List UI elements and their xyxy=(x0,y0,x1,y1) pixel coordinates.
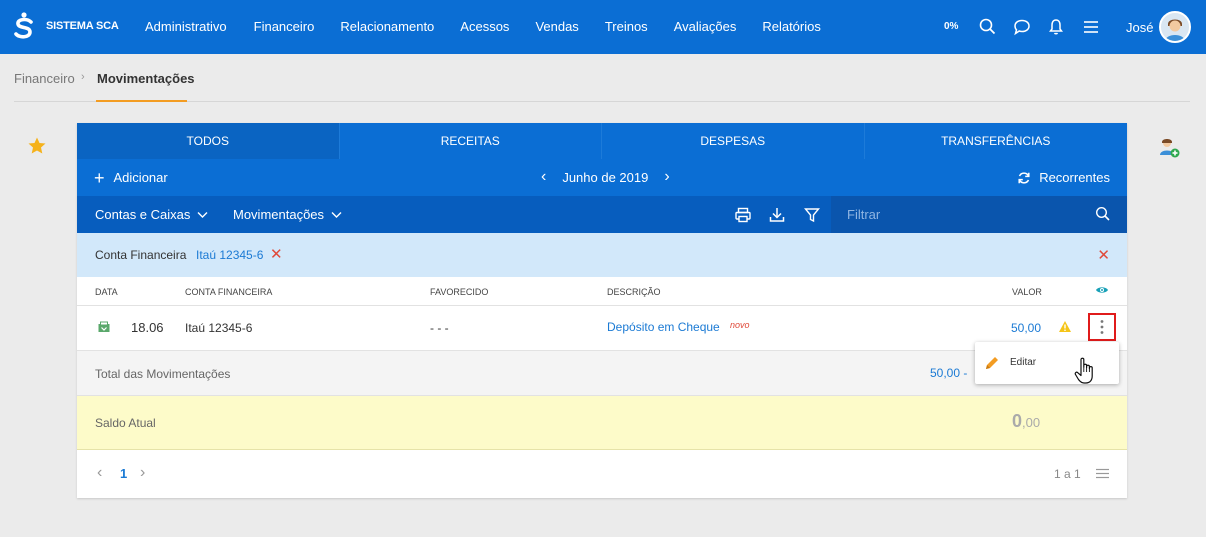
search-icon[interactable] xyxy=(978,17,998,37)
logo-icon[interactable] xyxy=(13,12,35,44)
row-actions-button[interactable] xyxy=(1088,313,1116,341)
action-bar: + Adicionar ‹ Junho de 2019 › Recorrente… xyxy=(77,159,1127,196)
progress-indicator[interactable]: 0% xyxy=(944,21,958,32)
plus-icon: + xyxy=(94,167,105,188)
list-menu-icon[interactable] xyxy=(1096,468,1109,479)
nav-item-financeiro[interactable]: Financeiro xyxy=(254,19,315,34)
total-label: Total das Movimentações xyxy=(95,367,231,381)
current-page[interactable]: 1 xyxy=(120,466,127,481)
main-nav: Administrativo Financeiro Relacionamento… xyxy=(145,19,847,34)
balance-integer: 0 xyxy=(1012,411,1023,431)
top-navbar: SISTEMA SCA Administrativo Financeiro Re… xyxy=(0,0,1206,54)
total-row: Total das Movimentações 50,00 - xyxy=(77,351,1127,396)
type-tabs: TODOS RECEITAS DESPESAS TRANSFERÊNCIAS xyxy=(77,123,1127,159)
filter-icon[interactable] xyxy=(803,206,821,224)
nav-item-relatorios[interactable]: Relatórios xyxy=(762,19,821,34)
breadcrumb-separator-icon: › xyxy=(81,71,85,83)
balance-row: Saldo Atual 0,00 xyxy=(77,396,1127,450)
nav-item-administrativo[interactable]: Administrativo xyxy=(145,19,227,34)
balance-value: 0,00 xyxy=(1012,411,1040,432)
row-account: Itaú 12345-6 xyxy=(185,321,253,335)
column-header-value[interactable]: VALOR xyxy=(1012,287,1042,297)
balance-decimal: ,00 xyxy=(1022,415,1041,430)
column-header-payee[interactable]: FAVORECIDO xyxy=(430,287,488,297)
nav-item-treinos[interactable]: Treinos xyxy=(605,19,648,34)
search-icon[interactable] xyxy=(1095,206,1111,222)
column-header-account[interactable]: CONTA FINANCEIRA xyxy=(185,287,272,297)
table-header: DATA CONTA FINANCEIRA FAVORECIDO DESCRIÇ… xyxy=(77,277,1127,306)
column-header-description[interactable]: DESCRIÇÃO xyxy=(607,287,661,297)
favorite-star-icon[interactable] xyxy=(27,136,47,156)
next-month-icon[interactable]: › xyxy=(664,168,669,186)
movements-dropdown-label: Movimentações xyxy=(233,207,325,222)
row-payee: - - - xyxy=(430,321,449,335)
column-header-date[interactable]: DATA xyxy=(95,287,118,297)
nav-item-avaliacoes[interactable]: Avaliações xyxy=(674,19,737,34)
active-filter-bar: Conta Financeira Itaú 12345-6 ✕ ✕ xyxy=(77,233,1127,277)
deposit-icon xyxy=(98,321,110,332)
print-icon[interactable] xyxy=(734,206,752,224)
new-badge: novo xyxy=(730,320,750,330)
chevron-down-icon xyxy=(197,211,208,218)
download-icon[interactable] xyxy=(768,206,786,224)
refresh-icon xyxy=(1018,171,1030,184)
chevron-down-icon xyxy=(331,211,342,218)
filter-placeholder: Filtrar xyxy=(847,207,881,222)
visibility-eye-icon[interactable] xyxy=(1095,285,1109,295)
filter-toolbar: Contas e Caixas Movimentações Filtrar xyxy=(77,196,1127,233)
tab-todos[interactable]: TODOS xyxy=(77,123,340,159)
month-label[interactable]: Junho de 2019 xyxy=(562,170,648,185)
page-range: 1 a 1 xyxy=(1054,467,1081,481)
recurring-label: Recorrentes xyxy=(1039,170,1110,185)
table-row[interactable]: 18.06 Itaú 12345-6 - - - Depósito em Che… xyxy=(77,306,1127,351)
add-button-label: Adicionar xyxy=(113,170,168,185)
chat-icon[interactable] xyxy=(1012,17,1032,37)
nav-item-vendas[interactable]: Vendas xyxy=(535,19,578,34)
prev-page-icon[interactable]: ‹ xyxy=(97,464,102,482)
brand-name: SISTEMA SCA xyxy=(46,20,119,32)
tab-transferencias[interactable]: TRANSFERÊNCIAS xyxy=(865,123,1128,159)
next-page-icon[interactable]: › xyxy=(140,464,145,482)
pagination: ‹ 1 › 1 a 1 xyxy=(77,450,1127,498)
nav-item-relacionamento[interactable]: Relacionamento xyxy=(340,19,434,34)
clear-filters-icon[interactable]: ✕ xyxy=(1097,246,1110,264)
row-description[interactable]: Depósito em Cheque xyxy=(607,320,720,334)
active-filter-label: Conta Financeira xyxy=(95,248,187,262)
movements-panel: TODOS RECEITAS DESPESAS TRANSFERÊNCIAS +… xyxy=(77,123,1127,498)
month-selector: ‹ Junho de 2019 › xyxy=(525,168,686,186)
menu-icon[interactable] xyxy=(1081,17,1101,37)
active-filter-value: Itaú 12345-6 xyxy=(196,248,264,262)
total-value: 50,00 - xyxy=(930,366,968,380)
recurring-button[interactable]: Recorrentes xyxy=(1017,170,1110,185)
row-date: 18.06 xyxy=(131,320,164,335)
filter-input[interactable]: Filtrar xyxy=(831,196,1127,233)
breadcrumb-parent[interactable]: Financeiro xyxy=(14,71,75,86)
movements-dropdown[interactable]: Movimentações xyxy=(233,207,342,222)
avatar[interactable] xyxy=(1159,11,1191,43)
breadcrumb-active-underline xyxy=(96,100,187,102)
tab-despesas[interactable]: DESPESAS xyxy=(602,123,865,159)
add-button[interactable]: + Adicionar xyxy=(94,167,168,188)
edit-menu-item[interactable]: Editar xyxy=(1010,357,1036,368)
add-user-icon[interactable] xyxy=(1157,135,1181,159)
breadcrumb-divider xyxy=(14,101,1190,102)
remove-filter-icon[interactable]: ✕ xyxy=(270,245,283,263)
kebab-menu-icon xyxy=(1100,320,1104,334)
accounts-dropdown[interactable]: Contas e Caixas xyxy=(95,207,208,222)
nav-item-acessos[interactable]: Acessos xyxy=(460,19,509,34)
tab-receitas[interactable]: RECEITAS xyxy=(340,123,602,159)
pencil-icon xyxy=(986,357,998,369)
breadcrumb-current: Movimentações xyxy=(97,71,195,86)
balance-label: Saldo Atual xyxy=(95,416,156,430)
user-name[interactable]: José xyxy=(1126,20,1153,35)
hand-cursor-icon xyxy=(1074,357,1093,384)
row-value[interactable]: 50,00 xyxy=(1011,321,1041,335)
accounts-dropdown-label: Contas e Caixas xyxy=(95,207,191,222)
bell-icon[interactable] xyxy=(1046,17,1066,37)
warning-icon[interactable] xyxy=(1058,320,1072,333)
prev-month-icon[interactable]: ‹ xyxy=(541,168,546,186)
